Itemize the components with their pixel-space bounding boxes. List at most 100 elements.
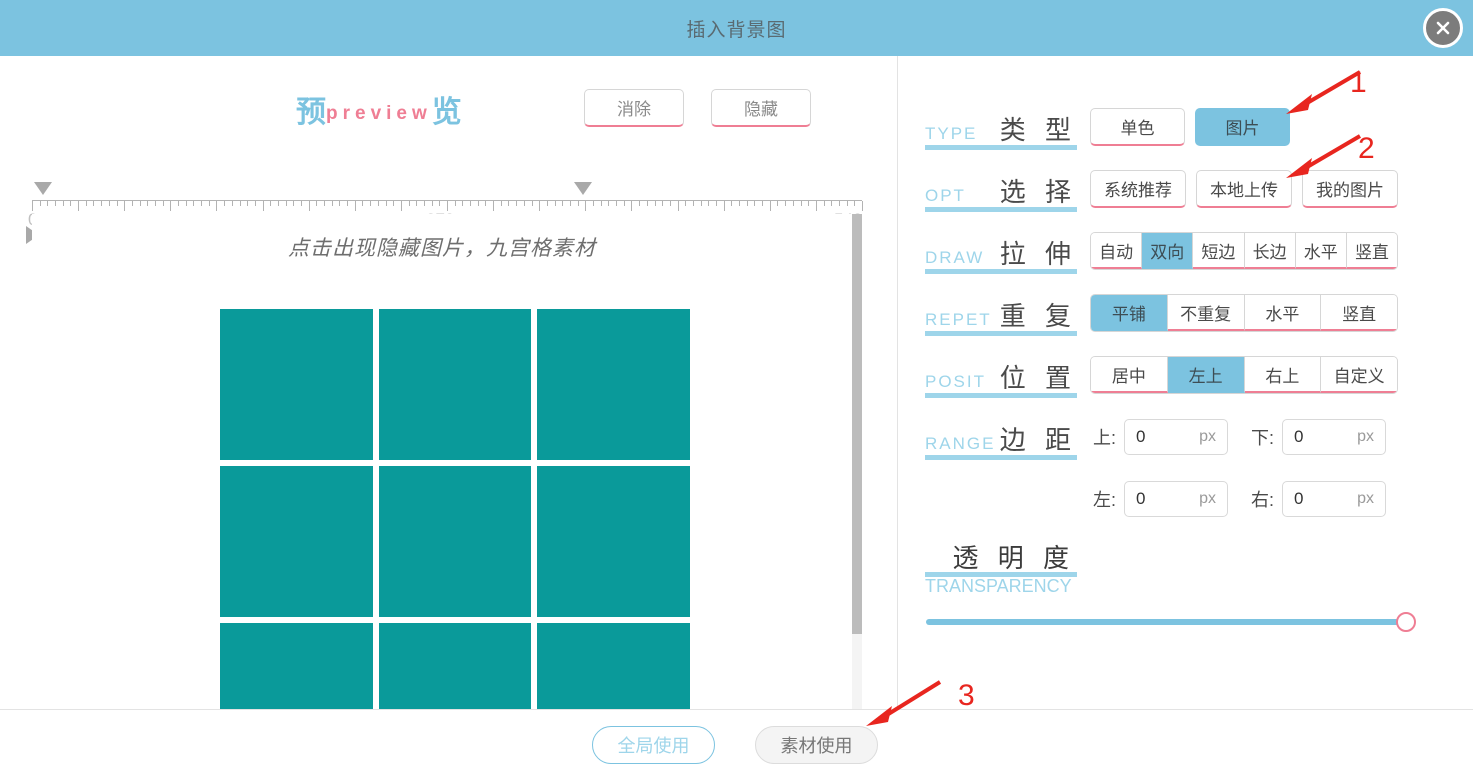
- margin-top-unit: px: [1199, 428, 1216, 446]
- stretch-option-5[interactable]: 水平: [1296, 233, 1347, 269]
- ruler-tick: [839, 201, 840, 206]
- image-tile[interactable]: [537, 466, 690, 617]
- option-label-position: POSIT 位 置: [925, 354, 1077, 398]
- clear-button[interactable]: 消除: [584, 89, 684, 127]
- ruler-marker-left[interactable]: [34, 182, 52, 195]
- ruler-tick: [777, 201, 778, 206]
- ruler-tick: [555, 201, 556, 206]
- transparency-slider[interactable]: [926, 612, 1426, 632]
- type-option-solid[interactable]: 单色: [1090, 108, 1185, 146]
- ruler-tick: [47, 201, 48, 206]
- ruler-tick: [140, 201, 141, 206]
- ruler-tick: [724, 201, 725, 211]
- ruler-tick: [332, 201, 333, 206]
- ruler-tick: [240, 201, 241, 206]
- option-label-repeat: REPET 重 复: [925, 292, 1077, 336]
- transparency-slider-track[interactable]: [926, 619, 1406, 625]
- ruler-tick: [808, 201, 809, 206]
- ruler-tick: [670, 201, 671, 206]
- margin-right-unit: px: [1357, 490, 1374, 508]
- global-use-button[interactable]: 全局使用: [592, 726, 715, 764]
- image-tile[interactable]: [379, 466, 532, 617]
- margin-left-unit: px: [1199, 490, 1216, 508]
- option-row-source: OPT 选 择 系统推荐 本地上传 我的图片: [899, 166, 1473, 222]
- ruler-tick: [739, 201, 740, 206]
- ruler-tick: [301, 201, 302, 206]
- ruler-tick: [424, 201, 425, 206]
- ruler-tick: [731, 201, 732, 206]
- repeat-option-3[interactable]: 水平: [1245, 295, 1322, 331]
- margin-top-value: 0: [1136, 427, 1145, 447]
- stretch-option-6[interactable]: 竖直: [1347, 233, 1397, 269]
- preview-title: 预preview览: [296, 87, 462, 131]
- annotation-number-3: 3: [958, 679, 975, 713]
- image-tile[interactable]: [220, 309, 373, 460]
- ruler-tick: [754, 201, 755, 206]
- repeat-segmented-control[interactable]: 平铺不重复水平竖直: [1090, 294, 1398, 332]
- margin-bottom-label: 下:: [1251, 424, 1274, 450]
- margin-top-label: 上:: [1093, 424, 1116, 450]
- transparency-slider-handle[interactable]: [1396, 612, 1416, 632]
- hide-button[interactable]: 隐藏: [711, 89, 811, 127]
- image-tile[interactable]: [220, 466, 373, 617]
- ruler-tick: [201, 201, 202, 206]
- ruler-tick: [847, 201, 848, 206]
- stretch-option-3[interactable]: 短边: [1193, 233, 1244, 269]
- ruler-tick: [824, 201, 825, 206]
- ruler-tick: [40, 201, 41, 206]
- ruler-tick: [386, 201, 387, 206]
- margin-right-input[interactable]: 0 px: [1282, 481, 1386, 517]
- margin-top-input[interactable]: 0 px: [1124, 419, 1228, 455]
- ruler-tick: [539, 201, 540, 211]
- ruler-tick: [562, 201, 563, 206]
- stretch-option-2[interactable]: 双向: [1142, 233, 1193, 269]
- option-label-type-cn: 类 型: [1000, 110, 1077, 147]
- ruler-tick: [63, 201, 64, 206]
- dialog-titlebar: 插入背景图: [0, 0, 1473, 56]
- ruler-marker-mid[interactable]: [574, 182, 592, 195]
- option-row-stretch: DRAW 拉 伸 自动双向短边长边水平竖直: [899, 228, 1473, 284]
- stretch-option-1[interactable]: 自动: [1091, 233, 1142, 269]
- option-label-underline: [925, 393, 1077, 398]
- image-tile-grid[interactable]: [220, 309, 690, 770]
- position-option-2[interactable]: 左上: [1168, 357, 1245, 393]
- margin-left-input[interactable]: 0 px: [1124, 481, 1228, 517]
- stretch-segmented-control[interactable]: 自动双向短边长边水平竖直: [1090, 232, 1398, 270]
- canvas-vertical-scrollbar-thumb[interactable]: [852, 214, 862, 634]
- ruler-tick: [378, 201, 379, 206]
- dialog-title: 插入背景图: [686, 15, 786, 42]
- image-tile[interactable]: [379, 309, 532, 460]
- ruler-tick: [409, 201, 410, 206]
- image-tile[interactable]: [537, 309, 690, 460]
- margin-bottom-input[interactable]: 0 px: [1282, 419, 1386, 455]
- ruler-tick: [255, 201, 256, 206]
- dialog-footer: 全局使用 素材使用: [0, 709, 1473, 781]
- ruler-tick: [501, 201, 502, 206]
- margin-right-group: 右: 0 px: [1251, 481, 1386, 517]
- repeat-option-1[interactable]: 平铺: [1091, 295, 1168, 331]
- type-option-image[interactable]: 图片: [1195, 108, 1290, 146]
- repeat-option-2[interactable]: 不重复: [1168, 295, 1245, 331]
- preview-pane: 预preview览 消除 隐藏 0 270 540 点击出现隐藏图片，九宫格素材: [0, 56, 898, 708]
- source-option-recommended[interactable]: 系统推荐: [1090, 170, 1186, 208]
- preview-canvas[interactable]: 点击出现隐藏图片，九宫格素材: [32, 214, 862, 770]
- ruler-tick: [70, 201, 71, 206]
- position-option-3[interactable]: 右上: [1245, 357, 1322, 393]
- canvas-hint-text: 点击出现隐藏图片，九宫格素材: [32, 232, 852, 262]
- ruler-tick: [109, 201, 110, 206]
- option-row-repeat: REPET 重 复 平铺不重复水平竖直: [899, 290, 1473, 346]
- stretch-option-4[interactable]: 长边: [1245, 233, 1296, 269]
- preview-title-en: preview: [326, 103, 432, 124]
- canvas-frame: 0 270 540 点击出现隐藏图片，九宫格素材: [22, 182, 862, 772]
- ruler-tick: [639, 201, 640, 206]
- position-option-4[interactable]: 自定义: [1321, 357, 1397, 393]
- close-icon[interactable]: [1423, 8, 1463, 48]
- annotation-arrow-3: [856, 676, 948, 734]
- position-option-1[interactable]: 居中: [1091, 357, 1168, 393]
- transparency-label: 透 明 度 TRANSPARENCY: [925, 538, 1077, 590]
- position-segmented-control[interactable]: 居中左上右上自定义: [1090, 356, 1398, 394]
- ruler-tick: [101, 201, 102, 206]
- ruler-tick: [601, 201, 602, 206]
- margin-bottom-group: 下: 0 px: [1251, 419, 1386, 455]
- repeat-option-4[interactable]: 竖直: [1321, 295, 1397, 331]
